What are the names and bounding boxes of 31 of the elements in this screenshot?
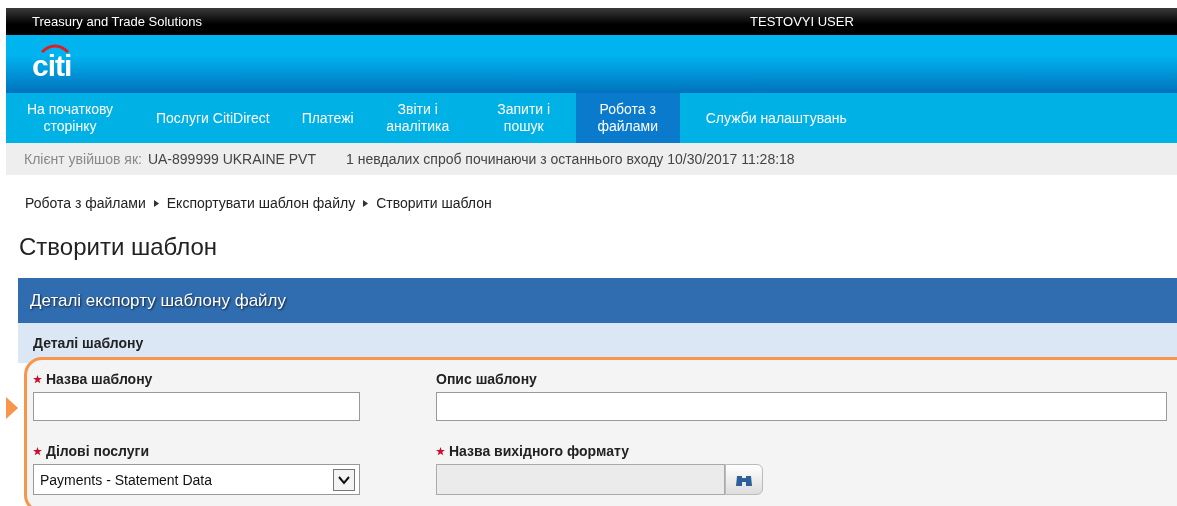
chevron-icon — [153, 199, 159, 207]
field-label: Назва вихідного формату — [449, 443, 629, 459]
pointer-icon — [6, 397, 18, 419]
nav-tab[interactable]: Послуги CitiDirect — [134, 93, 292, 143]
nav-tab[interactable]: Звіти і аналітика — [363, 93, 472, 143]
caret-icon — [333, 468, 355, 491]
chevron-icon — [363, 199, 369, 207]
breadcrumb-link[interactable]: Створити шаблон — [376, 195, 492, 211]
user-name: TESTOVYI USER — [749, 14, 854, 29]
panel-header: Деталі експорту шаблону файлу — [18, 278, 1177, 323]
nav-tab[interactable]: Платежі — [291, 93, 364, 143]
text-field[interactable] — [33, 392, 360, 421]
breadcrumb-link[interactable]: Експортувати шаблон файлу — [166, 195, 356, 211]
page-title: Створити шаблон — [18, 232, 219, 262]
field-label: Назва шаблону — [46, 371, 153, 387]
nav-tab[interactable]: Запити і пошук — [471, 93, 576, 143]
client-label: Клієнт увійшов як: — [24, 151, 142, 167]
search-button[interactable] — [725, 464, 763, 495]
field-label: Ділові послуги — [46, 443, 150, 459]
breadcrumb-link[interactable]: Робота з файлами — [25, 195, 146, 211]
logo: citi — [32, 45, 72, 83]
login-note: 1 невдалих спроб починаючи з останнього входу 10/30/2017 11:28:18 — [346, 151, 795, 167]
input-field[interactable] — [436, 464, 725, 495]
nav-tab[interactable]: Робота з файлами — [575, 93, 680, 143]
text-field[interactable] — [436, 392, 1167, 421]
product-name: Treasury and Trade Solutions — [31, 14, 203, 29]
dropdown[interactable]: Payments - Statement Data — [33, 464, 360, 495]
field-label: Опис шаблону — [436, 371, 537, 387]
client-name: UA-899999 UKRAINE PVT — [147, 151, 316, 167]
nav-tab[interactable]: Служби налаштувань — [679, 93, 873, 143]
nav-tab[interactable]: На початкову сторінку — [6, 93, 134, 143]
